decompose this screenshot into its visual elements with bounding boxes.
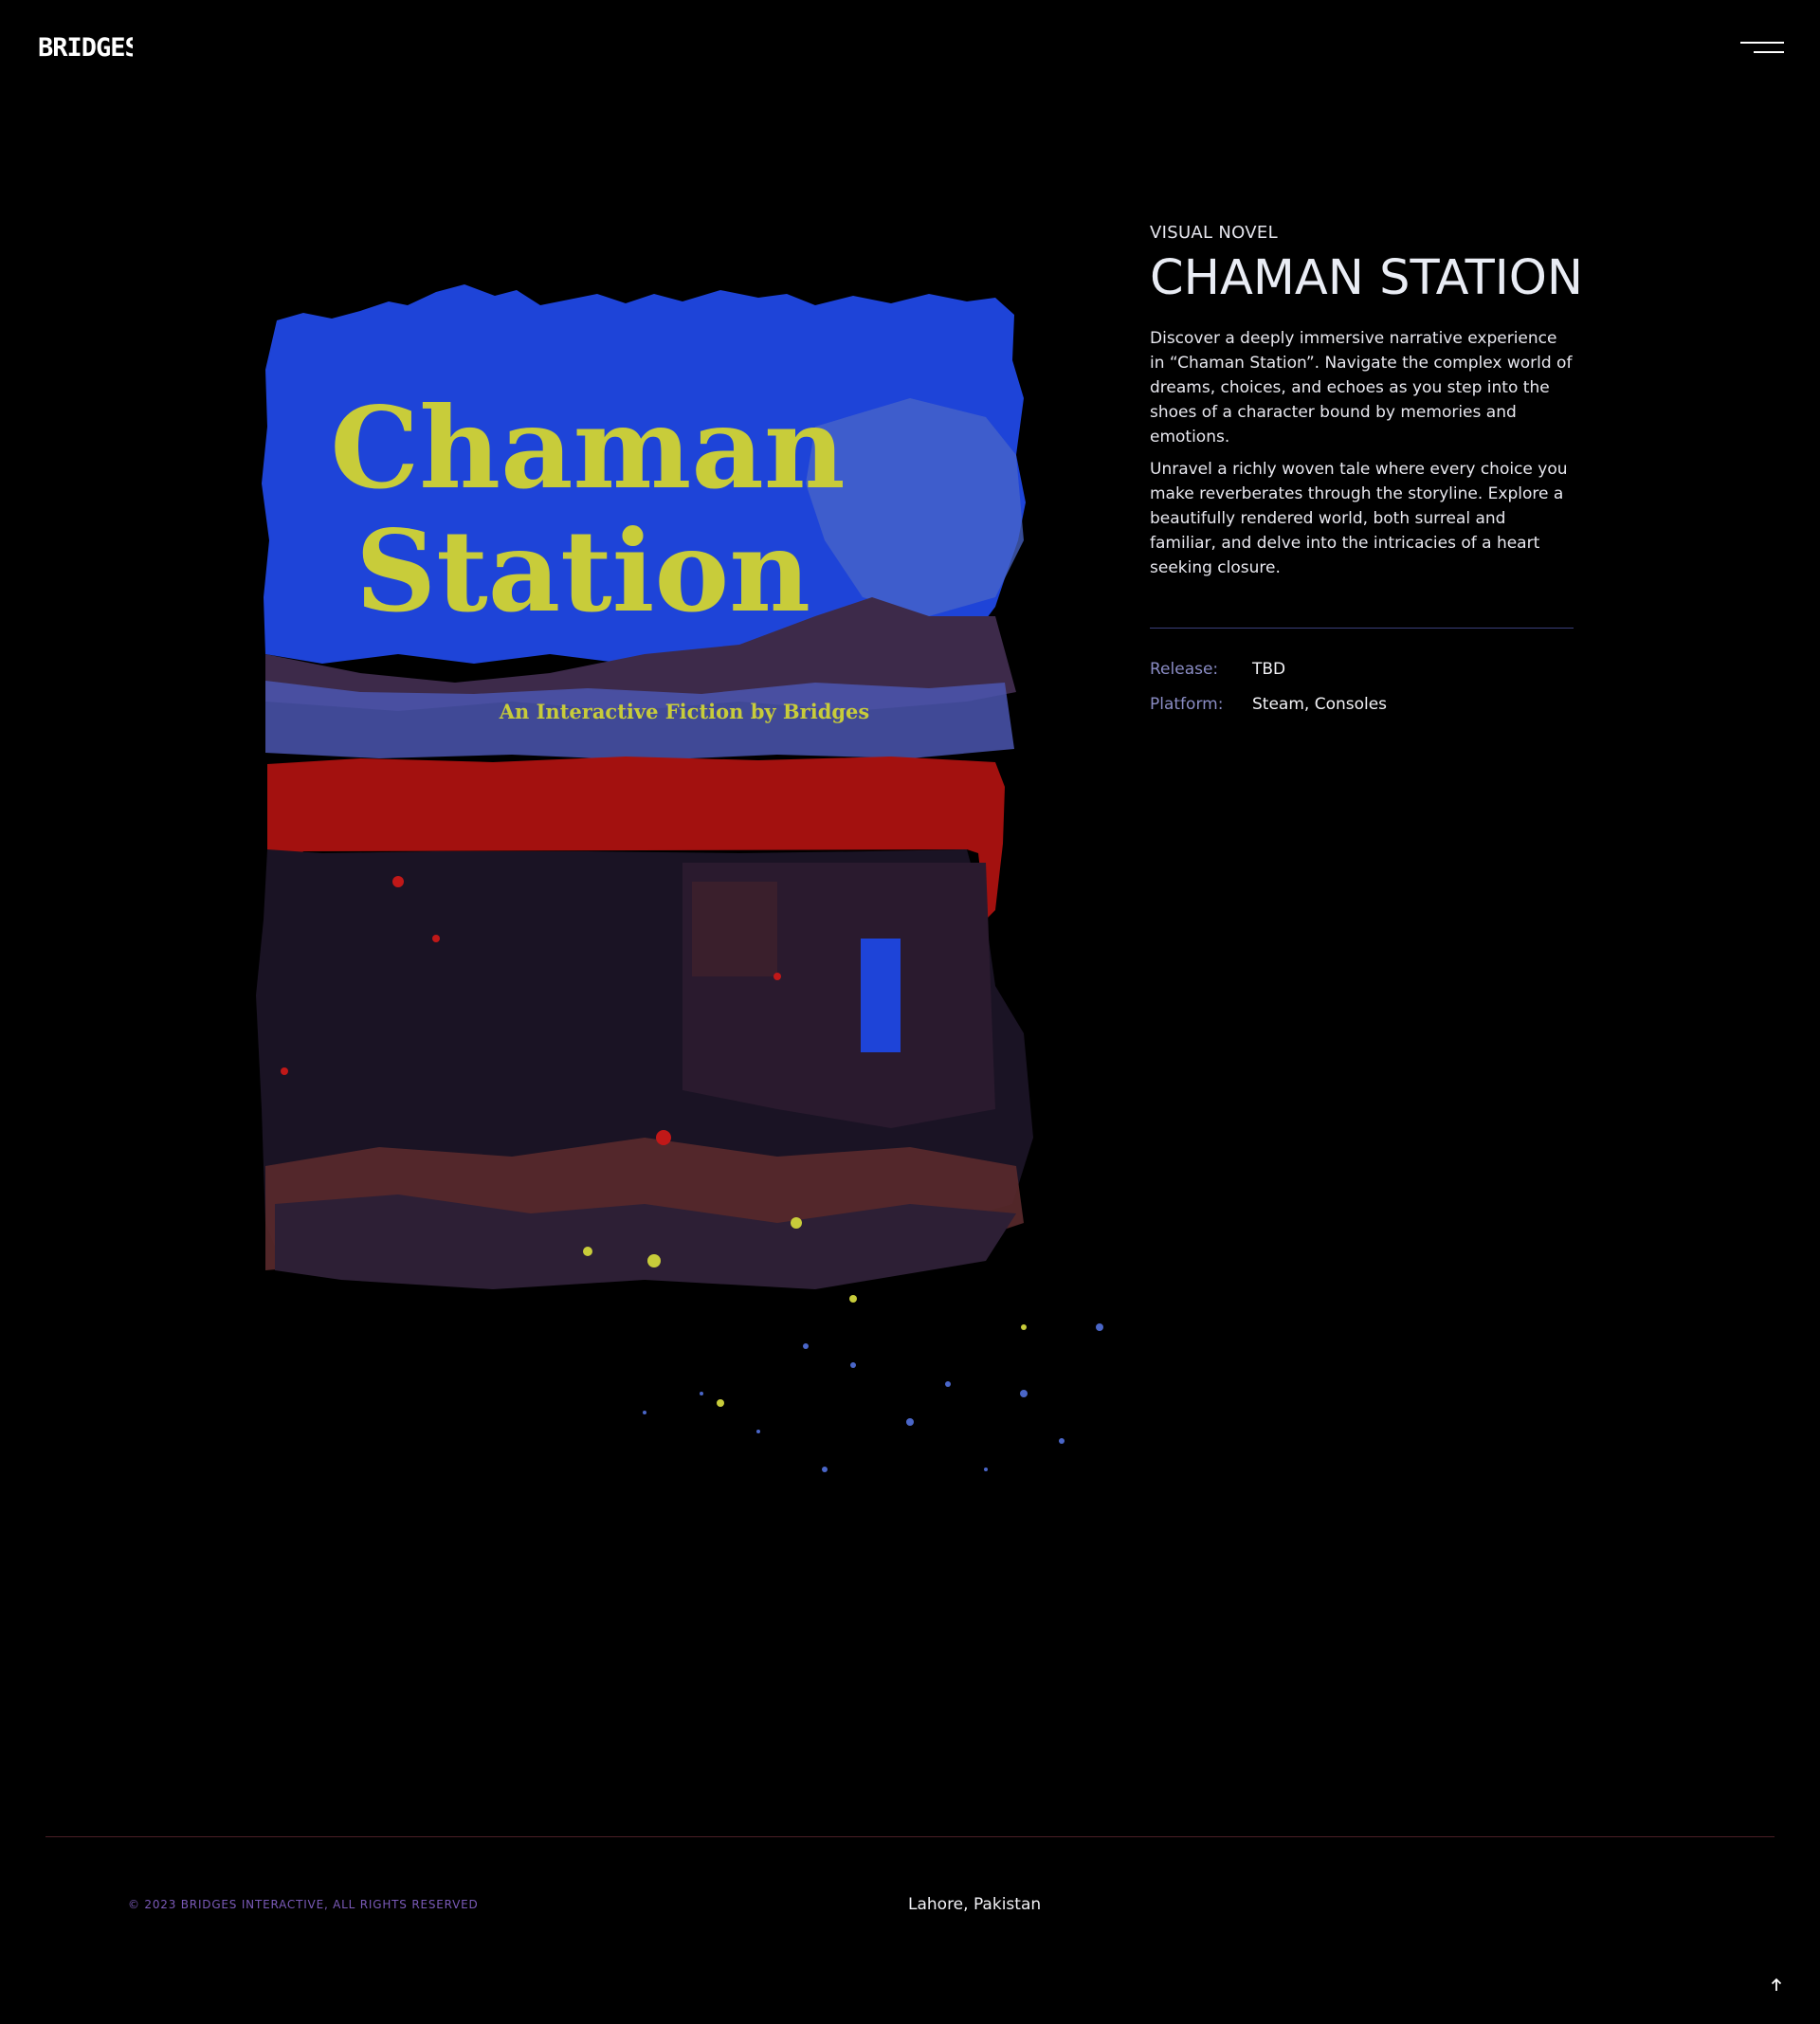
cover-illustration: Chaman Station An Interactive Fiction by…	[256, 284, 1103, 1472]
cover-ground-shadow	[275, 1194, 1016, 1289]
game-description-paragraph-2: Unravel a richly woven tale where every …	[1150, 460, 1568, 577]
platform-value: Steam, Consoles	[1252, 695, 1388, 714]
cover-station-door	[861, 939, 901, 1052]
game-cover-art: Chaman Station An Interactive Fiction by…	[246, 256, 1128, 1488]
cover-title-line2: Station	[355, 505, 810, 637]
bridges-logo[interactable]: BRIDGES	[38, 31, 133, 62]
arrow-up-icon	[1771, 1978, 1782, 1991]
location-text: Lahore, Pakistan	[908, 1895, 1042, 1914]
scroll-to-top-button[interactable]	[1765, 1974, 1788, 1997]
release-value: TBD	[1252, 660, 1286, 679]
release-label: Release:	[1150, 660, 1219, 679]
platform-label: Platform:	[1150, 695, 1224, 714]
game-genre: VISUAL NOVEL	[1150, 223, 1278, 243]
menu-button[interactable]	[1740, 36, 1784, 59]
logo-text: BRIDGES	[38, 33, 133, 62]
cover-station-window	[692, 882, 777, 976]
page: BRIDGES Chaman Station An Interactive Fi…	[0, 0, 1820, 2024]
site-header: BRIDGES	[0, 0, 1820, 104]
release-row: Release: TBD	[1150, 657, 1574, 692]
cover-title-line1: Chaman	[330, 382, 845, 514]
footer-divider	[46, 1836, 1774, 1837]
copyright-text: © 2023 BRIDGES INTERACTIVE, ALL RIGHTS R…	[128, 1898, 479, 1911]
game-info-panel: VISUAL NOVEL CHAMAN STATION Discover a d…	[1150, 222, 1584, 727]
game-description-paragraph-1: Discover a deeply immersive narrative ex…	[1150, 329, 1573, 447]
game-title: CHAMAN STATION	[1150, 250, 1584, 306]
hamburger-menu-icon	[1740, 42, 1784, 44]
platform-row: Platform: Steam, Consoles	[1150, 692, 1574, 727]
cover-splatters	[643, 1323, 1103, 1472]
cover-subtitle: An Interactive Fiction by Bridges	[499, 700, 870, 723]
hamburger-menu-icon-line	[1754, 51, 1784, 53]
info-divider	[1150, 628, 1574, 629]
